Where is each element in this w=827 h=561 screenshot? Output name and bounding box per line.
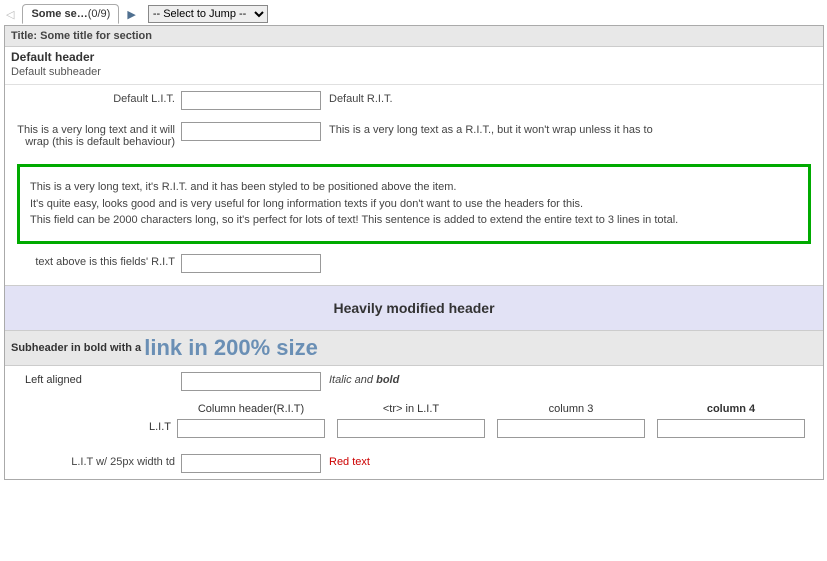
rit-red: Red text (321, 454, 370, 468)
tab-section[interactable]: Some se…(0/9) (22, 4, 119, 24)
col-head-4: column 4 (657, 403, 805, 419)
field-row-longtext: This is a very long text and it will wra… (5, 116, 823, 154)
prev-arrow-icon: ◁ (4, 8, 16, 21)
field-row-default: Default L.I.T. Default R.I.T. (5, 85, 823, 116)
col-head-2: <tr> in L.I.T (337, 403, 485, 419)
input-long[interactable] (181, 122, 321, 141)
rit-italic-bold: Italic and bold (321, 372, 399, 386)
col-head-3: column 3 (497, 403, 645, 419)
default-subheader: Default subheader (5, 64, 823, 85)
default-header: Default header (5, 47, 823, 64)
input-25px[interactable] (181, 454, 321, 473)
field-row-below-box: text above is this fields' R.I.T (5, 248, 823, 279)
lit-left-align: Left aligned (11, 372, 181, 386)
input-default[interactable] (181, 91, 321, 110)
col-input-4[interactable] (657, 419, 805, 438)
lit-25px: L.I.T w/ 25px width td (11, 454, 181, 468)
col-head-1: Column header(R.I.T) (177, 403, 325, 419)
rit-italic-pre: Italic and (329, 374, 376, 386)
tab-label: Some se… (31, 8, 87, 20)
subheader-link[interactable]: link in 200% size (144, 335, 318, 360)
next-arrow-icon[interactable]: ▶ (125, 8, 137, 21)
rit-default: Default R.I.T. (321, 91, 393, 105)
rit-above-l2: It's quite easy, looks good and is very … (30, 196, 798, 213)
cols-lit: L.I.T (11, 403, 177, 433)
rit-long: This is a very long text as a R.I.T., bu… (321, 122, 653, 136)
rit-above-l3: This field can be 2000 characters long, … (30, 212, 798, 229)
col-input-3[interactable] (497, 419, 645, 438)
rit-above-l1: This is a very long text, it's R.I.T. an… (30, 179, 798, 196)
lit-below-box: text above is this fields' R.I.T (11, 254, 181, 268)
columns-row: L.I.T Column header(R.I.T) <tr> in L.I.T… (5, 397, 823, 448)
modified-header: Heavily modified header (5, 285, 823, 331)
main-panel: Title: Some title for section Default he… (4, 25, 824, 480)
lit-long: This is a very long text and it will wra… (11, 122, 181, 148)
section-title: Title: Some title for section (5, 26, 823, 47)
input-below-box[interactable] (181, 254, 321, 273)
rit-above-box: This is a very long text, it's R.I.T. an… (17, 164, 811, 244)
subheader-pre: Subheader in bold with a (11, 341, 144, 353)
field-row-left-align: Left aligned Italic and bold (5, 366, 823, 397)
col-input-2[interactable] (337, 419, 485, 438)
col-input-1[interactable] (177, 419, 325, 438)
input-left-align[interactable] (181, 372, 321, 391)
modified-subheader: Subheader in bold with a link in 200% si… (5, 331, 823, 366)
field-row-25px: L.I.T w/ 25px width td Red text (5, 448, 823, 479)
rit-italic-bold-word: bold (376, 374, 399, 386)
jump-select[interactable]: -- Select to Jump -- (148, 5, 268, 23)
lit-default: Default L.I.T. (11, 91, 181, 105)
tab-count: (0/9) (88, 8, 111, 20)
